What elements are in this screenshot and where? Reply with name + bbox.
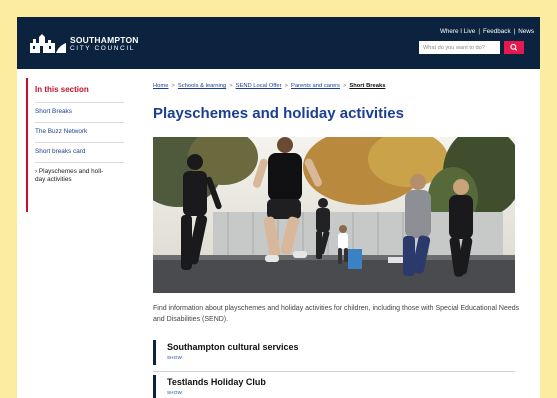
sidebar-heading: In this section: [35, 85, 89, 94]
sidebar-item-playschemes[interactable]: › Playschemes and holl- day activities: [35, 162, 124, 190]
sidebar-item-buzz-network[interactable]: The Buzz Network: [35, 122, 124, 142]
link-separator: |: [478, 28, 480, 35]
where-i-live-link[interactable]: Where I Live: [440, 28, 475, 35]
sidebar-item-short-breaks[interactable]: Short Breaks: [35, 102, 124, 122]
sidebar-item-short-breaks-card[interactable]: Short breaks card: [35, 142, 124, 162]
breadcrumb: Home > Schools & learning > SEND Local Offer…: [153, 83, 385, 89]
accordion-title[interactable]: Southampton cultural services: [167, 342, 299, 352]
sidebar-nav: Short Breaks The Buzz Network Short brea…: [35, 102, 124, 190]
accordion-accent-bar: [153, 375, 156, 398]
breadcrumb-separator: >: [342, 83, 347, 89]
breadcrumb-current: Short Breaks: [349, 83, 386, 89]
site-search: [419, 41, 524, 54]
breadcrumb-separator: >: [284, 83, 288, 89]
accordion-title[interactable]: Testlands Holiday Club: [167, 377, 266, 387]
breadcrumb-separator: >: [229, 83, 233, 89]
search-input[interactable]: [419, 41, 500, 54]
castle-icon: [30, 34, 66, 53]
feedback-link[interactable]: Feedback: [483, 28, 511, 35]
breadcrumb-schools[interactable]: Schools & learning: [178, 83, 226, 89]
link-separator: |: [513, 28, 516, 35]
intro-paragraph: Find information about playschemes and h…: [153, 305, 520, 323]
accordion-divider: [153, 371, 515, 372]
page-title: Playschemes and holiday activities: [153, 105, 404, 122]
logo-subtitle: CITY COUNCIL: [70, 45, 135, 52]
group-running-outdoors-photo: [133, 127, 523, 293]
section-sidebar: In this section Short Breaks The Buzz Ne…: [28, 77, 124, 190]
news-link[interactable]: News: [518, 28, 534, 35]
breadcrumb-parents[interactable]: Parents and carers: [291, 83, 340, 89]
logo-title: SOUTHAMPTON: [70, 35, 139, 45]
search-button[interactable]: [504, 41, 524, 54]
accordion-show-toggle[interactable]: SHOW: [167, 355, 182, 360]
breadcrumb-separator: >: [171, 83, 175, 89]
breadcrumb-home[interactable]: Home: [153, 83, 168, 89]
search-icon: [510, 43, 518, 51]
accordion-testlands-holiday-club[interactable]: Testlands Holiday Club SHOW: [153, 375, 515, 398]
accordion-show-toggle[interactable]: SHOW: [167, 390, 182, 395]
accordion-cultural-services[interactable]: Southampton cultural services SHOW: [153, 340, 515, 372]
breadcrumb-send[interactable]: SEND Local Offer: [236, 83, 282, 89]
top-links: Where I Live | Feedback | News: [440, 28, 534, 35]
site-header: SOUTHAMPTON CITY COUNCIL Where I Live | Fe…: [17, 17, 540, 69]
council-logo[interactable]: SOUTHAMPTON CITY COUNCIL: [28, 31, 143, 57]
hero-image: [133, 127, 523, 293]
accordion-accent-bar: [153, 340, 156, 365]
browser-page: SOUTHAMPTON CITY COUNCIL Where I Live | Fe…: [17, 17, 540, 398]
